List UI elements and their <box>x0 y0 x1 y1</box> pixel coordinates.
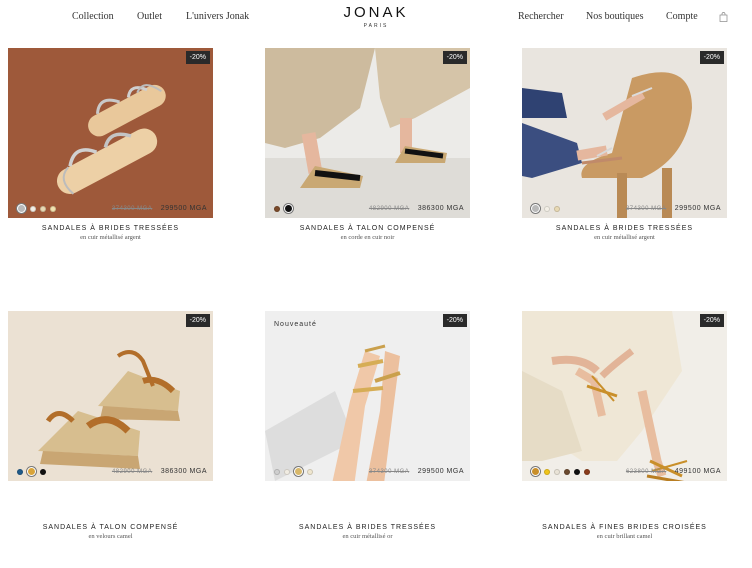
color-swatches <box>531 467 590 476</box>
product-title[interactable]: SANDALES À TALON COMPENSÉ <box>8 524 213 531</box>
discount-badge: -20% <box>699 314 724 327</box>
discount-badge: -20% <box>442 314 467 327</box>
old-price: 482900 MGA <box>111 469 153 475</box>
nav-search[interactable]: Rechercher <box>518 11 564 22</box>
color-swatch[interactable] <box>564 468 570 475</box>
discount-badge: -20% <box>699 51 724 64</box>
product-image[interactable]: Nouveauté -20% 374300 MGA 299500 MGA <box>265 311 470 481</box>
new-label: Nouveauté <box>274 321 317 328</box>
color-swatches <box>274 467 313 476</box>
product-subtitle: en cuir métallisé argent <box>80 234 141 241</box>
color-swatch[interactable] <box>40 468 46 475</box>
color-swatch[interactable] <box>50 205 56 212</box>
logo-text: JONAK <box>343 4 409 21</box>
color-swatch[interactable] <box>284 204 293 213</box>
color-swatch[interactable] <box>307 468 313 475</box>
nav-outlet[interactable]: Outlet <box>137 11 162 22</box>
product-title[interactable]: SANDALES À BRIDES TRESSÉES <box>8 225 213 232</box>
site-header: Collection Outlet L'univers Jonak JONAK … <box>0 0 752 40</box>
product-title[interactable]: SANDALES À TALON COMPENSÉ <box>265 225 470 232</box>
color-swatch[interactable] <box>531 204 540 213</box>
sale-price: 499100 MGA <box>674 468 721 475</box>
old-price: 374300 MGA <box>111 206 153 212</box>
product-subtitle: en cuir métallisé argent <box>594 234 655 241</box>
color-swatch[interactable] <box>274 468 280 475</box>
color-swatch[interactable] <box>574 468 580 475</box>
color-swatch[interactable] <box>531 467 540 476</box>
old-price: 374300 MGA <box>368 469 410 475</box>
product-image[interactable]: -20% 374300 MGA 299500 MGA <box>8 48 213 218</box>
color-swatch[interactable] <box>554 468 560 475</box>
discount-badge: -20% <box>442 51 467 64</box>
old-price: 374300 MGA <box>625 206 667 212</box>
product-image[interactable]: -20% 374300 MGA 299500 MGA <box>522 48 727 218</box>
product-title[interactable]: SANDALES À FINES BRIDES CROISÉES <box>522 524 727 531</box>
old-price: 623800 MGA <box>625 469 667 475</box>
product-subtitle: en corde en cuir noir <box>340 234 395 241</box>
color-swatch[interactable] <box>40 205 46 212</box>
product-title[interactable]: SANDALES À BRIDES TRESSÉES <box>522 225 727 232</box>
product-title[interactable]: SANDALES À BRIDES TRESSÉES <box>265 524 470 531</box>
sale-price: 386300 MGA <box>417 205 464 212</box>
color-swatch[interactable] <box>17 204 26 213</box>
color-swatches <box>274 204 293 213</box>
color-swatch[interactable] <box>27 467 36 476</box>
logo-subtext: PARIS <box>363 23 389 29</box>
product-image[interactable]: -20% 482900 MGA 386300 MGA <box>265 48 470 218</box>
product-subtitle: en velours camel <box>88 533 133 540</box>
nav-stores[interactable]: Nos boutiques <box>586 11 644 22</box>
color-swatches <box>17 204 56 213</box>
color-swatch[interactable] <box>30 205 36 212</box>
price-block: 374300 MGA 299500 MGA <box>369 468 464 475</box>
color-swatch[interactable] <box>17 468 23 475</box>
brand-logo[interactable]: JONAK PARIS <box>333 4 419 30</box>
color-swatch[interactable] <box>294 467 303 476</box>
old-price: 482900 MGA <box>368 206 410 212</box>
discount-badge: -20% <box>185 51 210 64</box>
price-block: 374300 MGA 299500 MGA <box>626 205 721 212</box>
color-swatch[interactable] <box>544 205 550 212</box>
color-swatch[interactable] <box>554 205 560 212</box>
product-image[interactable]: -20% 482900 MGA 386300 MGA <box>8 311 213 481</box>
color-swatch[interactable] <box>544 468 550 475</box>
product-subtitle: en cuir brillant camel <box>596 533 653 540</box>
discount-badge: -20% <box>185 314 210 327</box>
color-swatch[interactable] <box>284 468 290 475</box>
color-swatch[interactable] <box>584 468 590 475</box>
sale-price: 386300 MGA <box>160 468 207 475</box>
sale-price: 299500 MGA <box>160 205 207 212</box>
price-block: 482900 MGA 386300 MGA <box>369 205 464 212</box>
price-block: 623800 MGA 499100 MGA <box>626 468 721 475</box>
price-block: 374300 MGA 299500 MGA <box>112 205 207 212</box>
product-subtitle: en cuir métallisé or <box>342 533 393 540</box>
price-block: 482900 MGA 386300 MGA <box>112 468 207 475</box>
nav-account[interactable]: Compte <box>666 11 698 22</box>
nav-univers-jonak[interactable]: L'univers Jonak <box>186 11 249 22</box>
product-image[interactable]: -20% 623800 MGA 499100 MGA <box>522 311 727 481</box>
color-swatches <box>531 204 560 213</box>
color-swatch[interactable] <box>274 205 280 212</box>
sale-price: 299500 MGA <box>417 468 464 475</box>
color-swatches <box>17 467 46 476</box>
bag-icon[interactable] <box>719 12 728 22</box>
nav-collection[interactable]: Collection <box>72 11 114 22</box>
sale-price: 299500 MGA <box>674 205 721 212</box>
